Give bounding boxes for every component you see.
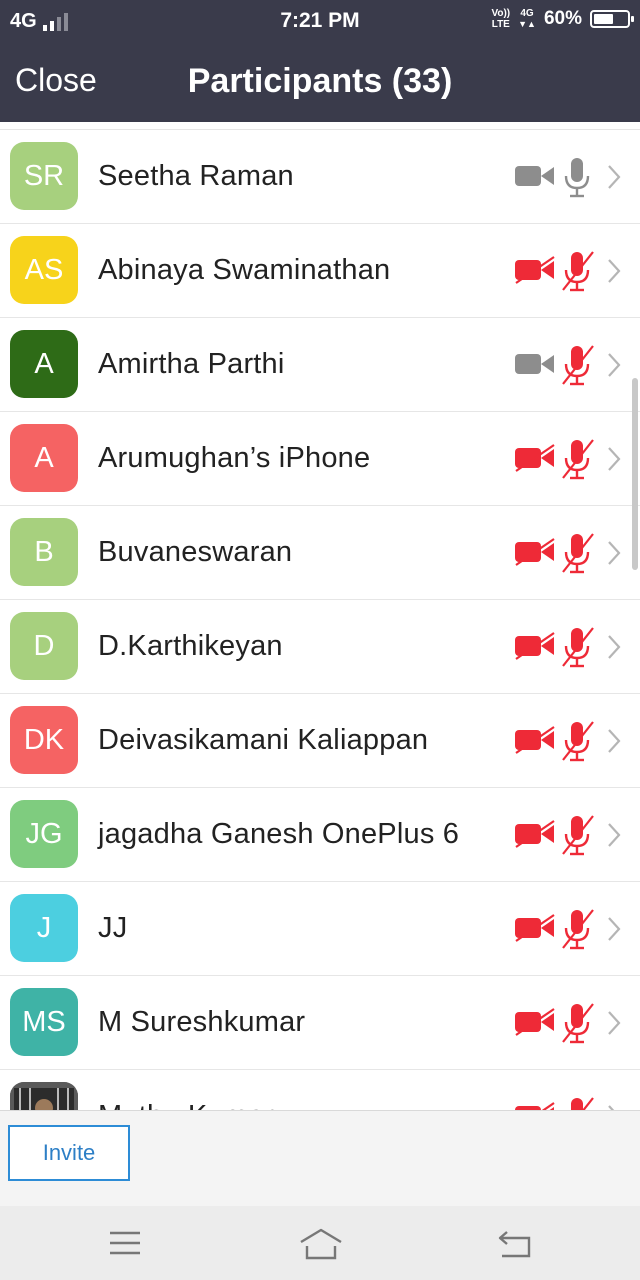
avatar-initials: D — [33, 629, 55, 662]
battery-icon — [590, 10, 634, 28]
avatar-initials: SR — [23, 159, 65, 192]
battery-percent: 60% — [543, 8, 582, 29]
avatar-initials: JG — [25, 817, 63, 850]
avatar-initials: A — [34, 441, 54, 474]
avatar: A — [10, 424, 78, 492]
participant-name: Deivasikamani Kaliappan — [98, 724, 429, 756]
participant-row[interactable]: Muthu Kumar — [0, 1070, 640, 1110]
volte-indicator: Vo)) LTE — [491, 8, 511, 30]
video-off-icon — [515, 538, 555, 566]
mic-off-icon — [562, 1003, 594, 1044]
avatar: B — [10, 518, 78, 586]
avatar-initials: A — [34, 347, 54, 380]
mic-on-icon — [564, 158, 590, 198]
avatar: DK — [10, 706, 78, 774]
invite-button[interactable]: Invite — [8, 1125, 130, 1181]
network-4g-indicator: 4G ▼▲ — [518, 8, 536, 29]
back-icon[interactable] — [497, 1228, 533, 1260]
participant-name: Arumughan’s iPhone — [98, 442, 371, 474]
participants-header: Close Participants (33) — [0, 44, 640, 122]
participant-row[interactable]: AS Abinaya Swaminathan — [0, 224, 640, 318]
invite-bar: Invite — [0, 1110, 640, 1207]
avatar: MS — [10, 988, 78, 1056]
mic-off-icon — [562, 721, 594, 762]
avatar: A — [10, 330, 78, 398]
participant-row[interactable]: D D.Karthikeyan — [0, 600, 640, 694]
video-off-icon — [515, 726, 555, 754]
video-on-icon — [515, 166, 554, 186]
participant-row[interactable]: DK Deivasikamani Kaliappan — [0, 694, 640, 788]
mic-off-icon — [571, 1097, 594, 1110]
system-nav-bar — [0, 1206, 640, 1280]
participant-name: Amirtha Parthi — [98, 348, 285, 380]
status-bar: 4G 7:21 PM Vo)) LTE 4G ▼▲ 60% — [0, 0, 640, 44]
chevron-right-icon[interactable] — [606, 352, 622, 378]
avatar-initials: MS — [22, 1005, 66, 1038]
video-on-icon — [515, 354, 554, 374]
participant-name: M Sureshkumar — [98, 1006, 306, 1038]
chevron-right-icon[interactable] — [606, 164, 622, 190]
home-icon[interactable] — [298, 1226, 344, 1262]
mic-off-icon — [562, 815, 594, 856]
participant-row[interactable]: JG jagadha Ganesh OnePlus 6 — [0, 788, 640, 882]
avatar: J — [10, 894, 78, 962]
mic-off-icon — [562, 909, 594, 950]
scrollbar[interactable] — [632, 378, 638, 570]
chevron-right-icon[interactable] — [606, 916, 622, 942]
mic-off-icon — [562, 345, 594, 386]
mic-off-icon — [562, 251, 594, 292]
avatar: SR — [10, 142, 78, 210]
video-off-icon — [515, 820, 555, 848]
video-off-icon — [515, 256, 555, 284]
avatar-initials: B — [34, 535, 54, 568]
video-off-icon — [515, 914, 555, 942]
participant-row[interactable]: SR Seetha Raman — [0, 130, 640, 224]
video-off-icon — [515, 444, 555, 472]
avatar: AS — [10, 236, 78, 304]
video-off-icon — [515, 1008, 555, 1036]
participant-row[interactable]: MS M Sureshkumar — [0, 976, 640, 1070]
avatar — [10, 1082, 78, 1110]
page-title: Participants (33) — [187, 62, 453, 100]
participant-name: Abinaya Swaminathan — [98, 254, 391, 286]
participant-row[interactable]: B Buvaneswaran — [0, 506, 640, 600]
status-right: Vo)) LTE 4G ▼▲ 60% — [491, 8, 634, 30]
chevron-right-icon[interactable] — [606, 540, 622, 566]
participant-name: JJ — [98, 912, 128, 944]
chevron-right-icon[interactable] — [606, 1010, 622, 1036]
avatar-photo — [10, 1082, 78, 1110]
video-off-icon — [515, 1102, 555, 1110]
avatar-initials: J — [36, 911, 52, 944]
participant-name: Muthu Kumar — [98, 1100, 274, 1110]
avatar-initials: AS — [24, 253, 64, 286]
participant-name: D.Karthikeyan — [98, 630, 283, 662]
avatar: JG — [10, 800, 78, 868]
mic-off-icon — [562, 627, 594, 668]
participant-row[interactable]: J JJ — [0, 882, 640, 976]
chevron-right-icon[interactable] — [606, 634, 622, 660]
chevron-right-icon[interactable] — [606, 728, 622, 754]
video-off-icon — [515, 632, 555, 660]
participant-name: Seetha Raman — [98, 160, 294, 192]
chevron-right-icon[interactable] — [606, 822, 622, 848]
participant-row[interactable]: A Amirtha Parthi — [0, 318, 640, 412]
participant-list[interactable]: SR Seetha Raman AS Abinaya Swaminathan A Amir… — [0, 122, 640, 1110]
participant-row[interactable]: A Arumughan’s iPhone — [0, 412, 640, 506]
chevron-right-icon[interactable] — [606, 258, 622, 284]
mic-off-icon — [562, 533, 594, 574]
participant-name: jagadha Ganesh OnePlus 6 — [98, 818, 460, 850]
menu-icon[interactable] — [108, 1230, 142, 1256]
participant-name: Buvaneswaran — [98, 536, 293, 568]
chevron-right-icon[interactable] — [606, 446, 622, 472]
avatar-initials: DK — [23, 723, 65, 756]
avatar: D — [10, 612, 78, 680]
mic-off-icon — [562, 439, 594, 480]
